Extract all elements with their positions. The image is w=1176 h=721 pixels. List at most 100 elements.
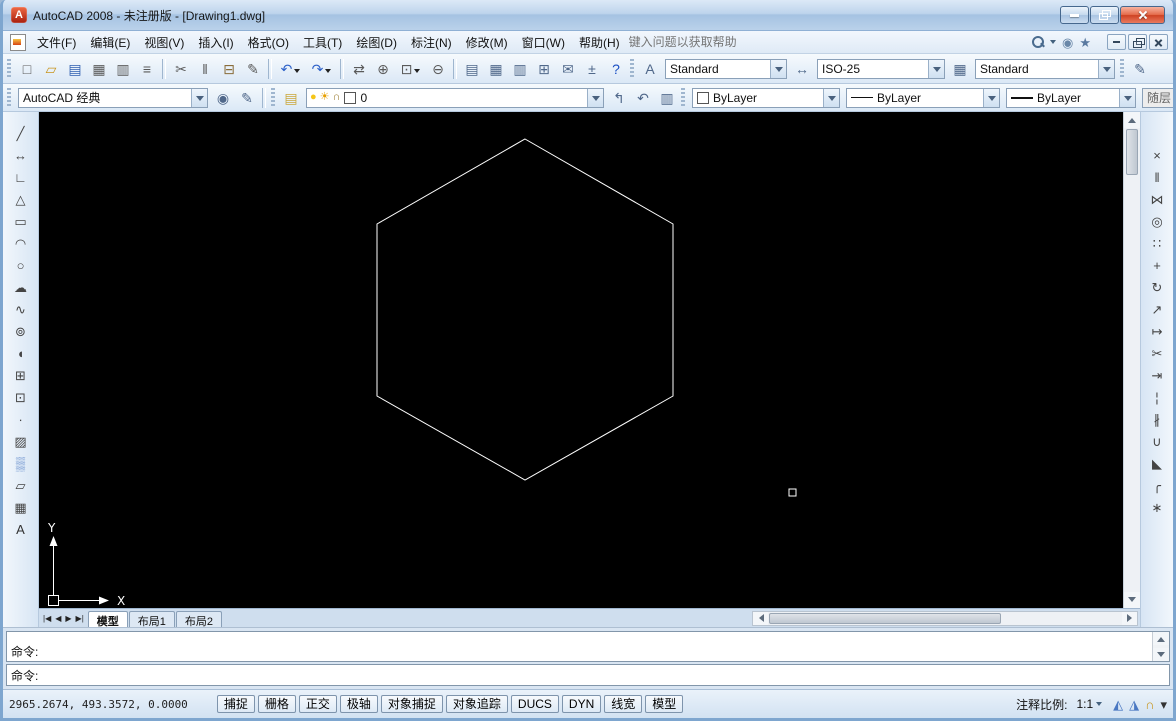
- linetype-combo[interactable]: ByLayer: [846, 87, 1000, 108]
- break-button[interactable]: ∦: [1144, 408, 1170, 430]
- rectangle-button[interactable]: ▭: [8, 210, 34, 232]
- tab-2[interactable]: 布局2: [175, 611, 223, 627]
- communication-center-icon[interactable]: ◉: [1062, 36, 1073, 49]
- help-search-input[interactable]: [626, 34, 1026, 50]
- workspace-settings-button[interactable]: ◉: [211, 87, 235, 109]
- menu-item-8[interactable]: 修改(M): [459, 32, 515, 53]
- annotation-scale-selector[interactable]: 1:1: [1072, 695, 1106, 713]
- document-minimize-button[interactable]: [1107, 34, 1126, 50]
- menu-item-0[interactable]: 文件(F): [30, 32, 83, 53]
- combo-arrow-icon[interactable]: [823, 88, 839, 107]
- status-toggle-6[interactable]: DUCS: [510, 695, 559, 713]
- help-button[interactable]: ?: [604, 58, 628, 80]
- vertical-scrollbar-thumb[interactable]: [1126, 129, 1138, 175]
- toolbar-lock-icon[interactable]: ∩: [1145, 698, 1154, 711]
- copy-button[interactable]: ‖: [1144, 166, 1170, 188]
- command-scroll-down-button[interactable]: [1153, 648, 1169, 661]
- status-toggle-7[interactable]: DYN: [561, 695, 602, 713]
- menu-item-4[interactable]: 格式(O): [241, 32, 296, 53]
- polyline-button[interactable]: ∟: [8, 166, 34, 188]
- status-toggle-8[interactable]: 线宽: [604, 695, 643, 713]
- status-toggle-3[interactable]: 极轴: [339, 695, 378, 713]
- command-history[interactable]: 命令:: [6, 631, 1170, 662]
- erase-button[interactable]: ×: [1144, 144, 1170, 166]
- menu-item-2[interactable]: 视图(V): [137, 32, 191, 53]
- paste-button[interactable]: ⊟: [217, 58, 241, 80]
- dim-style-button[interactable]: ↔: [790, 58, 814, 80]
- new-button[interactable]: □: [15, 58, 39, 80]
- horizontal-scrollbar-thumb[interactable]: [769, 612, 1001, 624]
- command-scrollbar[interactable]: [1152, 632, 1169, 661]
- close-button[interactable]: [1120, 6, 1165, 24]
- circle-button[interactable]: ○: [8, 254, 34, 276]
- dim-style-combo[interactable]: ISO-25: [817, 58, 945, 79]
- dropdown-arrow-icon[interactable]: [294, 68, 301, 76]
- publish-button[interactable]: ≡: [135, 58, 159, 80]
- arc-button[interactable]: ◠: [8, 232, 34, 254]
- scroll-down-button[interactable]: [1124, 592, 1140, 608]
- menu-item-5[interactable]: 工具(T): [296, 32, 349, 53]
- layer-lock-icon[interactable]: ∩: [333, 92, 341, 103]
- copy-clip-button[interactable]: ‖: [193, 58, 217, 80]
- undo-button[interactable]: ↶: [275, 58, 306, 80]
- scroll-up-button[interactable]: [1124, 112, 1140, 128]
- search-options-arrow-icon[interactable]: [1050, 40, 1056, 47]
- zoom-realtime-button[interactable]: ⊕: [371, 58, 395, 80]
- redo-button[interactable]: ↷: [306, 58, 337, 80]
- mtext-button[interactable]: A: [8, 518, 34, 540]
- customize-workspace-button[interactable]: ✎: [235, 87, 259, 109]
- text-style-combo[interactable]: Standard: [665, 58, 787, 79]
- text-style-button[interactable]: A: [638, 58, 662, 80]
- combo-arrow-icon[interactable]: [191, 88, 207, 107]
- designcenter-button[interactable]: ▦: [484, 58, 508, 80]
- sheetset-manager-button[interactable]: ⊞: [532, 58, 556, 80]
- layer-properties-manager-button[interactable]: ▤: [279, 87, 303, 109]
- layer-on-bulb-icon[interactable]: ●: [310, 92, 317, 103]
- command-scroll-up-button[interactable]: [1153, 632, 1169, 645]
- combo-arrow-icon[interactable]: [770, 59, 786, 78]
- toolbar-grip[interactable]: [681, 87, 685, 108]
- plot-button[interactable]: ▦: [87, 58, 111, 80]
- layer-previous-button[interactable]: ↶: [631, 87, 655, 109]
- spline-button[interactable]: ∿: [8, 298, 34, 320]
- chamfer-button[interactable]: ◣: [1144, 452, 1170, 474]
- combo-arrow-icon[interactable]: [983, 88, 999, 107]
- plot-preview-button[interactable]: ▥: [111, 58, 135, 80]
- tool-palettes-button[interactable]: ▥: [508, 58, 532, 80]
- combo-arrow-icon[interactable]: [928, 59, 944, 78]
- scale-button[interactable]: ↗: [1144, 298, 1170, 320]
- properties-button[interactable]: ▤: [460, 58, 484, 80]
- favorites-star-icon[interactable]: ★: [1079, 36, 1091, 49]
- document-close-button[interactable]: [1149, 34, 1168, 50]
- menu-item-1[interactable]: 编辑(E): [83, 32, 137, 53]
- join-button[interactable]: ∪: [1144, 430, 1170, 452]
- region-button[interactable]: ▱: [8, 474, 34, 496]
- tab-nav-button-2[interactable]: ▶: [64, 614, 72, 623]
- explode-button[interactable]: ∗: [1144, 496, 1170, 518]
- offset-button[interactable]: ◎: [1144, 210, 1170, 232]
- minimize-button[interactable]: [1060, 6, 1089, 24]
- scroll-left-button[interactable]: [753, 611, 768, 625]
- tab-nav-button-1[interactable]: ◀: [54, 614, 62, 623]
- scroll-right-button[interactable]: [1122, 611, 1137, 625]
- hatch-button[interactable]: ▨: [8, 430, 34, 452]
- combo-arrow-icon[interactable]: [1098, 59, 1114, 78]
- plot-style-combo[interactable]: 随层: [1142, 87, 1173, 108]
- document-restore-button[interactable]: [1128, 34, 1147, 50]
- combo-arrow-icon[interactable]: [587, 88, 603, 107]
- restore-button[interactable]: [1090, 6, 1119, 24]
- status-toggle-5[interactable]: 对象追踪: [445, 695, 508, 713]
- tab-0[interactable]: 模型: [87, 611, 128, 627]
- status-toggle-1[interactable]: 栅格: [257, 695, 296, 713]
- tab-nav-button-3[interactable]: ▶|: [75, 614, 85, 623]
- trim-button[interactable]: ✂: [1144, 342, 1170, 364]
- match-properties-button[interactable]: ✎: [241, 58, 265, 80]
- make-object-layer-current-button[interactable]: ↰: [607, 87, 631, 109]
- layer-freeze-sun-icon[interactable]: ☀: [320, 92, 330, 103]
- menu-item-6[interactable]: 绘图(D): [349, 32, 404, 53]
- array-button[interactable]: ∷: [1144, 232, 1170, 254]
- toolbar-grip[interactable]: [7, 87, 11, 108]
- vertical-scrollbar-track[interactable]: [1124, 176, 1140, 592]
- status-toggle-9[interactable]: 模型: [645, 695, 684, 713]
- insert-block-button[interactable]: ⊞: [8, 364, 34, 386]
